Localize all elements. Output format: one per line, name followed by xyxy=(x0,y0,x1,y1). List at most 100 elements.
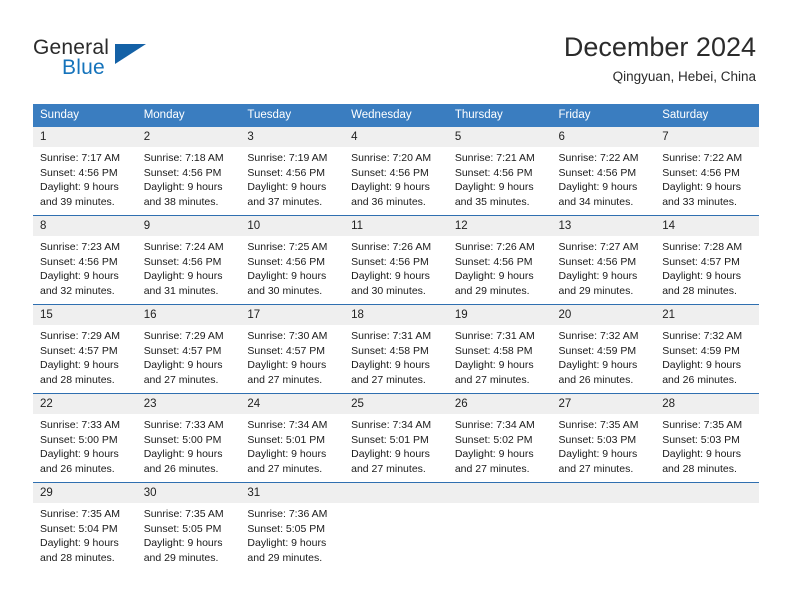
calendar-day-cell[interactable]: 12 Sunrise: 7:26 AM Sunset: 4:56 PM Dayligh… xyxy=(447,215,552,305)
sunset-text: Sunset: 4:58 PM xyxy=(454,344,533,357)
sunset-text: Sunset: 4:56 PM xyxy=(143,255,222,268)
daylight-text-line2: and 27 minutes. xyxy=(454,462,530,475)
calendar-day-cell[interactable]: 9 Sunrise: 7:24 AM Sunset: 4:56 PM Daylight… xyxy=(136,215,241,305)
sunrise-text: Sunrise: 7:19 AM xyxy=(247,152,328,164)
calendar-day-cell[interactable]: 10 Sunrise: 7:25 AM Sunset: 4:56 PM Dayligh… xyxy=(240,215,345,305)
sunrise-text: Sunrise: 7:22 AM xyxy=(662,152,743,164)
daylight-text-line1: Daylight: 9 hours xyxy=(558,448,638,461)
page-subtitle-location: Qingyuan, Hebei, China xyxy=(612,69,756,84)
daylight-text-line2: and 28 minutes. xyxy=(662,284,737,297)
sunset-text: Sunset: 4:56 PM xyxy=(40,166,118,179)
calendar-day-cell[interactable]: 31 Sunrise: 7:36 AM Sunset: 5:05 PM Dayligh… xyxy=(240,482,345,571)
daylight-text-line1: Daylight: 9 hours xyxy=(454,181,534,194)
page-title: December 2024 xyxy=(563,32,756,62)
day-number: 8 xyxy=(33,216,137,236)
sunrise-text: Sunrise: 7:29 AM xyxy=(143,330,224,342)
calendar-header-row-group: Sunday Monday Tuesday Wednesday Thursday… xyxy=(33,104,759,127)
sunset-text: Sunset: 4:57 PM xyxy=(143,344,222,357)
daylight-text-line2: and 29 minutes. xyxy=(454,284,530,297)
sunset-text: Sunset: 4:56 PM xyxy=(40,255,118,268)
day-number: 14 xyxy=(655,216,759,236)
day-details: Sunrise: 7:36 AM Sunset: 5:05 PM Daylight:… xyxy=(240,503,344,565)
sunrise-text: Sunrise: 7:31 AM xyxy=(454,330,535,342)
daylight-text-line2: and 29 minutes. xyxy=(558,284,634,297)
sunset-text: Sunset: 5:05 PM xyxy=(247,522,326,535)
calendar-day-cell[interactable]: 28 Sunrise: 7:35 AM Sunset: 5:03 PM Dayligh… xyxy=(655,393,759,483)
calendar-day-cell[interactable]: 3 Sunrise: 7:19 AM Sunset: 4:56 PM Daylight… xyxy=(240,127,345,216)
day-details: Sunrise: 7:17 AM Sunset: 4:56 PM Daylight:… xyxy=(33,147,137,209)
day-details xyxy=(448,503,552,507)
sunrise-text: Sunrise: 7:24 AM xyxy=(143,241,224,253)
calendar-day-cell[interactable]: 11 Sunrise: 7:26 AM Sunset: 4:56 PM Dayligh… xyxy=(344,215,448,305)
calendar-day-cell[interactable]: 15 Sunrise: 7:29 AM Sunset: 4:57 PM Dayligh… xyxy=(33,304,137,394)
calendar-day-cell[interactable]: 5 Sunrise: 7:21 AM Sunset: 4:56 PM Daylight… xyxy=(447,127,552,216)
daylight-text-line1: Daylight: 9 hours xyxy=(143,448,223,461)
calendar-day-cell[interactable]: 30 Sunrise: 7:35 AM Sunset: 5:05 PM Dayligh… xyxy=(136,482,241,571)
day-details: Sunrise: 7:31 AM Sunset: 4:58 PM Daylight:… xyxy=(344,325,448,387)
day-details: Sunrise: 7:27 AM Sunset: 4:56 PM Daylight:… xyxy=(552,236,656,298)
weekday-header-monday: Monday xyxy=(136,104,241,127)
calendar-day-cell[interactable]: 13 Sunrise: 7:27 AM Sunset: 4:56 PM Dayligh… xyxy=(551,215,656,305)
day-details xyxy=(655,503,759,507)
day-details xyxy=(344,503,448,507)
sunset-text: Sunset: 5:04 PM xyxy=(40,522,118,535)
calendar-day-cell[interactable]: 26 Sunrise: 7:34 AM Sunset: 5:02 PM Dayligh… xyxy=(447,393,552,483)
calendar-day-cell-empty xyxy=(551,482,656,571)
calendar-day-cell[interactable]: 16 Sunrise: 7:29 AM Sunset: 4:57 PM Dayligh… xyxy=(136,304,241,394)
day-number xyxy=(344,483,448,503)
sunrise-text: Sunrise: 7:26 AM xyxy=(454,241,535,253)
day-number: 7 xyxy=(655,127,759,147)
day-details: Sunrise: 7:33 AM Sunset: 5:00 PM Daylight:… xyxy=(137,414,241,476)
calendar-day-cell[interactable]: 23 Sunrise: 7:33 AM Sunset: 5:00 PM Dayligh… xyxy=(136,393,241,483)
logo-text-blue: Blue xyxy=(62,56,105,79)
sunset-text: Sunset: 4:59 PM xyxy=(662,344,740,357)
daylight-text-line2: and 28 minutes. xyxy=(40,373,115,386)
daylight-text-line1: Daylight: 9 hours xyxy=(247,537,327,550)
calendar-grid: Sunday Monday Tuesday Wednesday Thursday… xyxy=(33,104,759,571)
calendar-day-cell[interactable]: 27 Sunrise: 7:35 AM Sunset: 5:03 PM Dayligh… xyxy=(551,393,656,483)
daylight-text-line2: and 33 minutes. xyxy=(662,195,737,208)
calendar-day-cell[interactable]: 29 Sunrise: 7:35 AM Sunset: 5:04 PM Dayligh… xyxy=(33,482,137,571)
daylight-text-line1: Daylight: 9 hours xyxy=(351,359,430,372)
sunset-text: Sunset: 4:56 PM xyxy=(247,166,326,179)
calendar-week-row: 22 Sunrise: 7:33 AM Sunset: 5:00 PM Dayligh… xyxy=(33,393,759,483)
daylight-text-line1: Daylight: 9 hours xyxy=(662,270,742,283)
calendar-day-cell[interactable]: 8 Sunrise: 7:23 AM Sunset: 4:56 PM Daylight… xyxy=(33,215,137,305)
calendar-day-cell[interactable]: 7 Sunrise: 7:22 AM Sunset: 4:56 PM Daylight… xyxy=(655,127,759,216)
day-number: 27 xyxy=(551,394,656,414)
calendar-day-cell[interactable]: 6 Sunrise: 7:22 AM Sunset: 4:56 PM Daylight… xyxy=(551,127,656,216)
day-details: Sunrise: 7:35 AM Sunset: 5:03 PM Daylight:… xyxy=(552,414,656,476)
calendar-day-cell[interactable]: 19 Sunrise: 7:31 AM Sunset: 4:58 PM Dayligh… xyxy=(447,304,552,394)
calendar-day-cell[interactable]: 22 Sunrise: 7:33 AM Sunset: 5:00 PM Dayligh… xyxy=(33,393,137,483)
daylight-text-line2: and 27 minutes. xyxy=(351,462,426,475)
calendar-day-cell[interactable]: 18 Sunrise: 7:31 AM Sunset: 4:58 PM Dayligh… xyxy=(344,304,448,394)
daylight-text-line1: Daylight: 9 hours xyxy=(40,359,119,372)
daylight-text-line1: Daylight: 9 hours xyxy=(247,270,327,283)
calendar-day-cell[interactable]: 20 Sunrise: 7:32 AM Sunset: 4:59 PM Dayligh… xyxy=(551,304,656,394)
calendar-day-cell[interactable]: 17 Sunrise: 7:30 AM Sunset: 4:57 PM Dayligh… xyxy=(240,304,345,394)
sunrise-text: Sunrise: 7:29 AM xyxy=(40,330,120,342)
day-details: Sunrise: 7:28 AM Sunset: 4:57 PM Daylight:… xyxy=(655,236,759,298)
daylight-text-line1: Daylight: 9 hours xyxy=(662,181,742,194)
day-details: Sunrise: 7:32 AM Sunset: 4:59 PM Daylight:… xyxy=(655,325,759,387)
calendar-day-cell[interactable]: 1 Sunrise: 7:17 AM Sunset: 4:56 PM Daylight… xyxy=(33,127,137,216)
sunset-text: Sunset: 4:56 PM xyxy=(351,255,429,268)
daylight-text-line1: Daylight: 9 hours xyxy=(143,537,223,550)
calendar-day-cell[interactable]: 4 Sunrise: 7:20 AM Sunset: 4:56 PM Daylight… xyxy=(344,127,448,216)
calendar-day-cell[interactable]: 21 Sunrise: 7:32 AM Sunset: 4:59 PM Dayligh… xyxy=(655,304,759,394)
day-details: Sunrise: 7:21 AM Sunset: 4:56 PM Daylight:… xyxy=(448,147,552,209)
calendar-day-cell[interactable]: 24 Sunrise: 7:34 AM Sunset: 5:01 PM Dayligh… xyxy=(240,393,345,483)
sunset-text: Sunset: 4:56 PM xyxy=(247,255,326,268)
sunset-text: Sunset: 4:57 PM xyxy=(247,344,326,357)
day-number: 4 xyxy=(344,127,448,147)
daylight-text-line1: Daylight: 9 hours xyxy=(558,359,638,372)
calendar-day-cell[interactable]: 2 Sunrise: 7:18 AM Sunset: 4:56 PM Daylight… xyxy=(136,127,241,216)
calendar-day-cell[interactable]: 14 Sunrise: 7:28 AM Sunset: 4:57 PM Dayligh… xyxy=(655,215,759,305)
sunset-text: Sunset: 5:01 PM xyxy=(247,433,326,446)
day-details: Sunrise: 7:25 AM Sunset: 4:56 PM Daylight:… xyxy=(240,236,344,298)
daylight-text-line1: Daylight: 9 hours xyxy=(662,448,742,461)
calendar-day-cell[interactable]: 25 Sunrise: 7:34 AM Sunset: 5:01 PM Dayligh… xyxy=(344,393,448,483)
calendar-page: General Blue December 2024 Qingyuan, Heb… xyxy=(0,0,792,612)
sunrise-text: Sunrise: 7:23 AM xyxy=(40,241,120,253)
day-details: Sunrise: 7:24 AM Sunset: 4:56 PM Daylight:… xyxy=(137,236,241,298)
